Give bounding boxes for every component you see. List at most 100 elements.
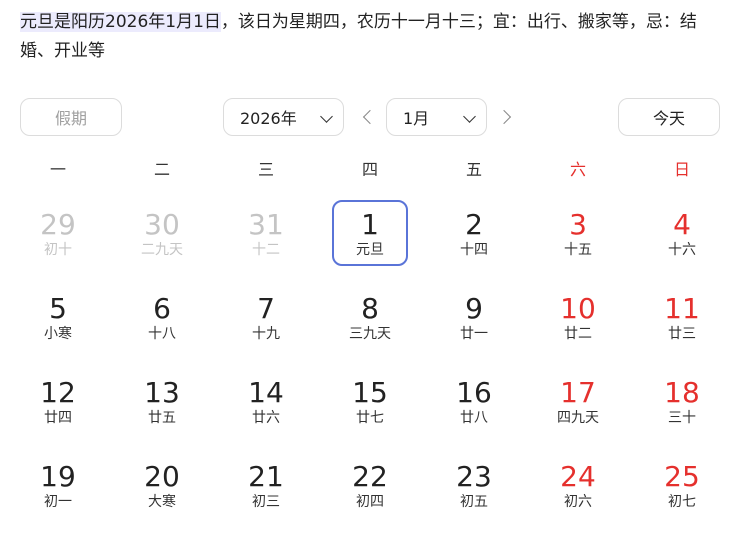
- weekday-label: 五: [465, 160, 482, 179]
- day-box: 7 十九: [228, 284, 304, 350]
- calendar-day[interactable]: 19 初一: [6, 452, 110, 536]
- lunar-date: 大寒: [148, 494, 176, 510]
- lunar-date: 三九天: [349, 326, 391, 342]
- day-box: 9 廿一: [436, 284, 512, 350]
- lunar-date: 初六: [564, 494, 592, 510]
- lunar-date: 廿七: [356, 410, 384, 426]
- month-select-value: 1月: [403, 109, 430, 128]
- day-number: 29: [40, 208, 76, 241]
- calendar-day[interactable]: 14 廿六: [214, 368, 318, 452]
- day-box: 21 初三: [228, 452, 304, 518]
- day-box: 17 四九天: [540, 368, 616, 434]
- calendar-day[interactable]: 29 初十: [6, 200, 110, 284]
- calendar-day[interactable]: 30 二九天: [110, 200, 214, 284]
- calendar-day[interactable]: 6 十八: [110, 284, 214, 368]
- lunar-date: 廿一: [460, 326, 488, 342]
- day-box: 30 二九天: [124, 200, 200, 266]
- day-number: 22: [352, 460, 388, 493]
- day-number: 16: [456, 376, 492, 409]
- calendar-day[interactable]: 23 初五: [422, 452, 526, 536]
- calendar-grid: 29 初十 30 二九天 31 十二 1 元旦 2 十四 3 十五 4 十六 5 小寒 6 十八 7 十九 8 三九天 9 廿…: [6, 200, 734, 536]
- day-number: 25: [664, 460, 700, 493]
- lunar-date: 初四: [356, 494, 384, 510]
- calendar-day[interactable]: 22 初四: [318, 452, 422, 536]
- day-box: 6 十八: [124, 284, 200, 350]
- day-box: 12 廿四: [20, 368, 96, 434]
- day-box: 1 元旦: [332, 200, 408, 266]
- day-number: 14: [248, 376, 284, 409]
- day-number: 10: [560, 292, 596, 325]
- weekday-header: 一 二 三 四 五 六 日: [6, 158, 734, 182]
- day-box: 11 廿三: [644, 284, 720, 350]
- calendar-day[interactable]: 4 十六: [630, 200, 734, 284]
- lunar-date: 廿六: [252, 410, 280, 426]
- lunar-date: 元旦: [356, 242, 384, 258]
- calendar-day[interactable]: 24 初六: [526, 452, 630, 536]
- calendar-day[interactable]: 12 廿四: [6, 368, 110, 452]
- day-number: 3: [569, 208, 587, 241]
- weekday-label: 一: [49, 160, 66, 179]
- lunar-date: 十四: [460, 242, 488, 258]
- day-box: 24 初六: [540, 452, 616, 518]
- lunar-date: 小寒: [44, 326, 72, 342]
- lunar-date: 初三: [252, 494, 280, 510]
- calendar-day[interactable]: 7 十九: [214, 284, 318, 368]
- weekday-label: 三: [257, 160, 274, 179]
- calendar-day[interactable]: 31 十二: [214, 200, 318, 284]
- year-select[interactable]: 2026年: [223, 98, 344, 136]
- prev-month-icon[interactable]: [362, 109, 378, 125]
- weekday-label: 四: [361, 160, 378, 179]
- calendar-day[interactable]: 20 大寒: [110, 452, 214, 536]
- day-box: 13 廿五: [124, 368, 200, 434]
- day-number: 20: [144, 460, 180, 493]
- day-number: 18: [664, 376, 700, 409]
- calendar-day-selected[interactable]: 1 元旦: [318, 200, 422, 284]
- day-box: 16 廿八: [436, 368, 512, 434]
- month-select[interactable]: 1月: [386, 98, 487, 136]
- lunar-date: 初五: [460, 494, 488, 510]
- day-box: 31 十二: [228, 200, 304, 266]
- day-number: 12: [40, 376, 76, 409]
- calendar-day[interactable]: 18 三十: [630, 368, 734, 452]
- day-box: 20 大寒: [124, 452, 200, 518]
- lunar-date: 二九天: [141, 242, 183, 258]
- holiday-button[interactable]: 假期: [20, 98, 122, 136]
- day-number: 8: [361, 292, 379, 325]
- calendar-day[interactable]: 13 廿五: [110, 368, 214, 452]
- today-button[interactable]: 今天: [618, 98, 720, 136]
- year-select-value: 2026年: [240, 109, 297, 128]
- day-number: 30: [144, 208, 180, 241]
- lunar-date: 廿三: [668, 326, 696, 342]
- calendar-day[interactable]: 16 廿八: [422, 368, 526, 452]
- day-number: 24: [560, 460, 596, 493]
- calendar-day[interactable]: 11 廿三: [630, 284, 734, 368]
- lunar-date: 十六: [668, 242, 696, 258]
- calendar-day[interactable]: 10 廿二: [526, 284, 630, 368]
- chevron-down-icon: [463, 110, 476, 123]
- day-number: 15: [352, 376, 388, 409]
- day-box: 23 初五: [436, 452, 512, 518]
- calendar-day[interactable]: 15 廿七: [318, 368, 422, 452]
- calendar-day[interactable]: 9 廿一: [422, 284, 526, 368]
- day-box: 14 廿六: [228, 368, 304, 434]
- lunar-date: 廿二: [564, 326, 592, 342]
- lunar-date: 四九天: [557, 410, 599, 426]
- day-number: 17: [560, 376, 596, 409]
- calendar-day[interactable]: 5 小寒: [6, 284, 110, 368]
- lunar-date: 廿八: [460, 410, 488, 426]
- day-box: 19 初一: [20, 452, 96, 518]
- day-number: 11: [664, 292, 700, 325]
- calendar-day[interactable]: 2 十四: [422, 200, 526, 284]
- day-box: 10 廿二: [540, 284, 616, 350]
- calendar-day[interactable]: 8 三九天: [318, 284, 422, 368]
- day-box: 18 三十: [644, 368, 720, 434]
- calendar-day[interactable]: 3 十五: [526, 200, 630, 284]
- calendar-day[interactable]: 21 初三: [214, 452, 318, 536]
- next-month-icon[interactable]: [496, 109, 512, 125]
- lunar-date: 廿五: [148, 410, 176, 426]
- calendar-day[interactable]: 25 初七: [630, 452, 734, 536]
- day-box: 3 十五: [540, 200, 616, 266]
- day-box: 15 廿七: [332, 368, 408, 434]
- weekday-label-sunday: 日: [673, 160, 690, 179]
- calendar-day[interactable]: 17 四九天: [526, 368, 630, 452]
